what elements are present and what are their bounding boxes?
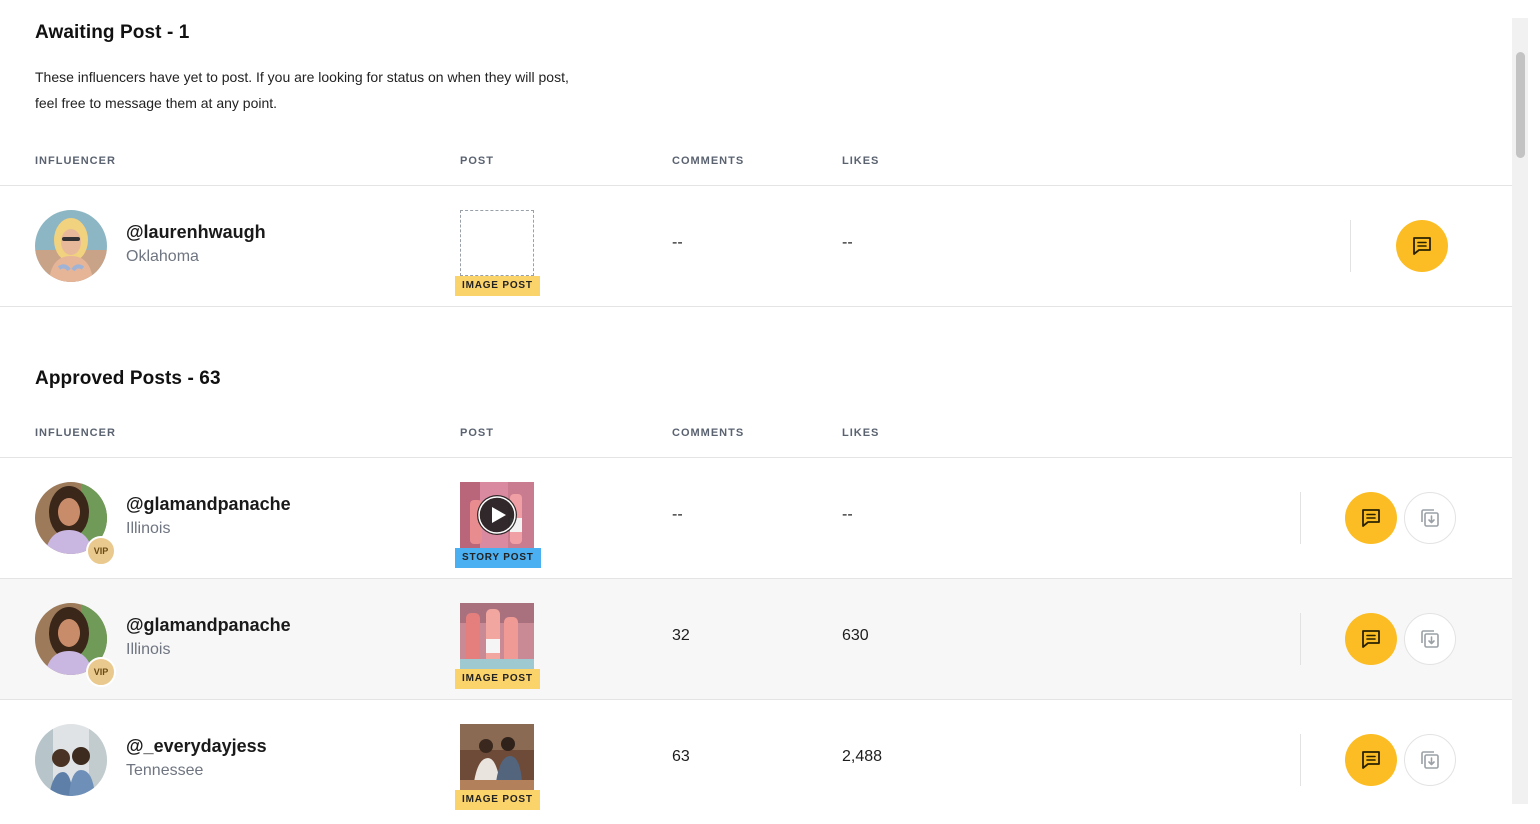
post-thumbnail[interactable] [460, 603, 534, 669]
post-thumbnail[interactable] [460, 482, 534, 548]
awaiting-col-post: POST [460, 155, 494, 167]
post-type-badge: IMAGE POST [455, 790, 540, 810]
message-icon [1362, 751, 1380, 769]
comments-count: 63 [672, 748, 690, 765]
influencer-handle[interactable]: @laurenhwaugh [126, 222, 266, 243]
divider [1300, 613, 1301, 665]
influencer-handle[interactable]: @glamandpanache [126, 615, 291, 636]
message-icon [1413, 237, 1431, 255]
likes-count: 2,488 [842, 748, 883, 765]
download-button[interactable] [1404, 492, 1456, 544]
message-button[interactable] [1345, 613, 1397, 665]
approved-col-post: POST [460, 427, 494, 439]
approved-col-comments: COMMENTS [672, 427, 745, 439]
approved-col-influencer: INFLUENCER [35, 427, 116, 439]
download-icon [1421, 630, 1439, 648]
play-icon [477, 495, 517, 535]
table-row[interactable]: @laurenhwaugh Oklahoma IMAGE POST -- -- [0, 186, 1512, 306]
influencer-location: Tennessee [126, 762, 204, 779]
approved-section-title: Approved Posts - 63 [35, 368, 221, 389]
likes-count: -- [842, 506, 853, 523]
approved-col-likes: LIKES [842, 427, 880, 439]
message-icon [1362, 630, 1380, 648]
message-icon [1362, 509, 1380, 527]
influencer-handle[interactable]: @_everydayjess [126, 736, 267, 757]
comments-count: -- [672, 506, 683, 523]
awaiting-col-influencer: INFLUENCER [35, 155, 116, 167]
awaiting-col-comments: COMMENTS [672, 155, 745, 167]
likes-count: 630 [842, 627, 869, 644]
awaiting-section-description: These influencers have yet to post. If y… [35, 69, 569, 111]
download-button[interactable] [1404, 613, 1456, 665]
scrollbar-thumb[interactable] [1516, 52, 1525, 158]
divider [1300, 734, 1301, 786]
message-button[interactable] [1345, 734, 1397, 786]
comments-count: 32 [672, 627, 690, 644]
post-thumbnail[interactable] [460, 724, 534, 790]
influencer-location: Oklahoma [126, 248, 199, 265]
avatar[interactable] [35, 210, 107, 282]
awaiting-col-likes: LIKES [842, 155, 880, 167]
vip-badge: VIP [86, 536, 116, 566]
table-row[interactable]: VIP @glamandpanache Illinois STORY POST … [0, 458, 1512, 578]
download-icon [1421, 509, 1439, 527]
vertical-scrollbar[interactable] [1512, 18, 1528, 804]
post-type-badge: IMAGE POST [455, 669, 540, 689]
window-edge [1532, 0, 1540, 824]
table-row[interactable]: VIP @glamandpanache Illinois IMAGE POST … [0, 579, 1512, 699]
likes-count: -- [842, 234, 853, 251]
post-type-badge: STORY POST [455, 548, 541, 568]
awaiting-section-title: Awaiting Post - 1 [35, 22, 190, 43]
influencer-location: Illinois [126, 520, 171, 537]
influencer-location: Illinois [126, 641, 171, 658]
vip-badge: VIP [86, 657, 116, 687]
divider [1350, 220, 1351, 272]
influencer-handle[interactable]: @glamandpanache [126, 494, 291, 515]
download-icon [1421, 751, 1439, 769]
comments-count: -- [672, 234, 683, 251]
divider [1300, 492, 1301, 544]
post-type-badge: IMAGE POST [455, 276, 540, 296]
avatar[interactable] [35, 724, 107, 796]
table-row[interactable]: @_everydayjess Tennessee IMAGE POST 63 2… [0, 700, 1512, 820]
divider [0, 306, 1512, 307]
message-button[interactable] [1396, 220, 1448, 272]
posts-panel: Awaiting Post - 1 These influencers have… [0, 0, 1512, 824]
post-thumbnail-placeholder [460, 210, 534, 276]
message-button[interactable] [1345, 492, 1397, 544]
download-button[interactable] [1404, 734, 1456, 786]
